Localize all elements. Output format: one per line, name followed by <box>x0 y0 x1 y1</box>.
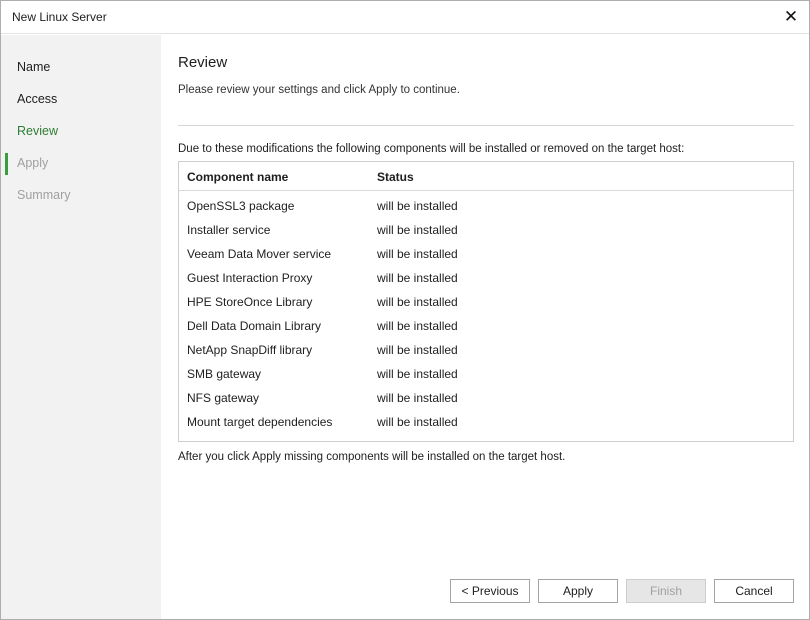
component-name-cell: NFS gateway <box>187 391 260 405</box>
status-cell: will be installed <box>377 391 458 405</box>
apply-note-text: After you click Apply missing components… <box>178 451 566 463</box>
status-cell: will be installed <box>377 223 458 237</box>
new-linux-server-dialog: New Linux Server ✕ Name Access Review Ap… <box>0 0 810 620</box>
finish-button: Finish <box>626 579 706 603</box>
status-cell: will be installed <box>377 199 458 213</box>
review-page: Review Please review your settings and c… <box>178 35 796 575</box>
table-row[interactable]: NetApp SnapDiff library will be installed <box>179 342 793 366</box>
close-icon[interactable]: ✕ <box>779 5 803 29</box>
wizard-steps-sidebar: Name Access Review Apply Summary <box>1 35 161 619</box>
apply-button[interactable]: Apply <box>538 579 618 603</box>
status-cell: will be installed <box>377 271 458 285</box>
page-description: Please review your settings and click Ap… <box>178 84 460 96</box>
table-row[interactable]: Installer service will be installed <box>179 222 793 246</box>
step-apply: Apply <box>17 156 49 170</box>
column-header-component-name[interactable]: Component name <box>187 170 288 184</box>
component-name-cell: Guest Interaction Proxy <box>187 271 313 285</box>
status-cell: will be installed <box>377 343 458 357</box>
column-header-status[interactable]: Status <box>377 170 414 184</box>
table-row[interactable]: Guest Interaction Proxy will be installed <box>179 270 793 294</box>
table-row[interactable]: Dell Data Domain Library will be installe… <box>179 318 793 342</box>
window-title: New Linux Server <box>12 10 107 24</box>
header-divider <box>178 125 794 126</box>
component-name-cell: Veeam Data Mover service <box>187 247 332 261</box>
cancel-button[interactable]: Cancel <box>714 579 794 603</box>
component-name-cell: Mount target dependencies <box>187 415 333 429</box>
step-review[interactable]: Review <box>17 124 58 138</box>
page-title: Review <box>178 54 228 71</box>
table-body: OpenSSL3 package will be installed Install… <box>179 198 793 438</box>
table-row[interactable]: OpenSSL3 package will be installed <box>179 198 793 222</box>
status-cell: will be installed <box>377 415 458 429</box>
status-cell: will be installed <box>377 319 458 333</box>
step-name[interactable]: Name <box>17 60 50 74</box>
status-cell: will be installed <box>377 247 458 261</box>
component-name-cell: NetApp SnapDiff library <box>187 343 313 357</box>
component-name-cell: OpenSSL3 package <box>187 199 295 213</box>
status-cell: will be installed <box>377 367 458 381</box>
step-summary: Summary <box>17 188 71 202</box>
table-row[interactable]: Veeam Data Mover service will be installe… <box>179 246 793 270</box>
title-bar: New Linux Server ✕ <box>1 1 809 34</box>
component-name-cell: Dell Data Domain Library <box>187 319 322 333</box>
table-row[interactable]: Mount target dependencies will be install… <box>179 414 793 438</box>
table-header: Component name Status <box>179 162 793 191</box>
components-table[interactable]: Component name Status OpenSSL3 package wi… <box>178 161 794 442</box>
step-access[interactable]: Access <box>17 92 57 106</box>
component-name-cell: HPE StoreOnce Library <box>187 295 313 309</box>
table-row[interactable]: HPE StoreOnce Library will be installed <box>179 294 793 318</box>
components-intro-text: Due to these modifications the following… <box>178 143 685 155</box>
status-cell: will be installed <box>377 295 458 309</box>
previous-button[interactable]: < Previous <box>450 579 530 603</box>
active-step-marker <box>5 153 8 175</box>
table-row[interactable]: NFS gateway will be installed <box>179 390 793 414</box>
component-name-cell: SMB gateway <box>187 367 262 381</box>
component-name-cell: Installer service <box>187 223 271 237</box>
table-row[interactable]: SMB gateway will be installed <box>179 366 793 390</box>
